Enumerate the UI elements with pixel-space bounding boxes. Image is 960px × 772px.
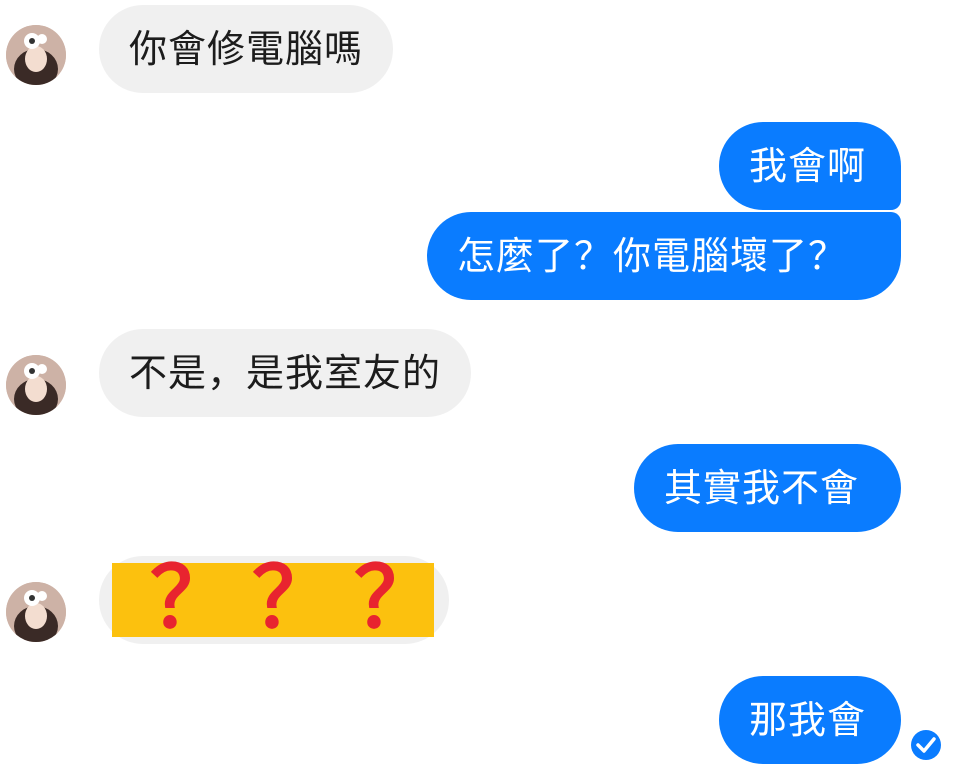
outgoing-message-2[interactable]: 怎麼了？你電腦壞了？ (427, 212, 901, 300)
avatar-icon (6, 582, 66, 642)
seen-check-icon (911, 730, 941, 760)
contact-avatar[interactable] (6, 582, 66, 642)
incoming-message-2[interactable]: 不是，是我室友的 (99, 329, 472, 417)
outgoing-message-4[interactable]: 那我會 (719, 676, 901, 764)
outgoing-message-3[interactable]: 其實我不會 (634, 444, 901, 532)
outgoing-message-1[interactable]: 我會啊 (719, 122, 901, 210)
avatar-icon (6, 25, 66, 85)
question-mark: ？ (252, 549, 337, 647)
question-mark: ？ (150, 549, 235, 647)
incoming-message-1[interactable]: 你會修電腦嗎 (99, 5, 394, 93)
contact-avatar[interactable] (6, 355, 66, 415)
question-mark: ？ (354, 549, 439, 647)
contact-avatar[interactable] (6, 25, 66, 85)
avatar-icon (6, 355, 66, 415)
